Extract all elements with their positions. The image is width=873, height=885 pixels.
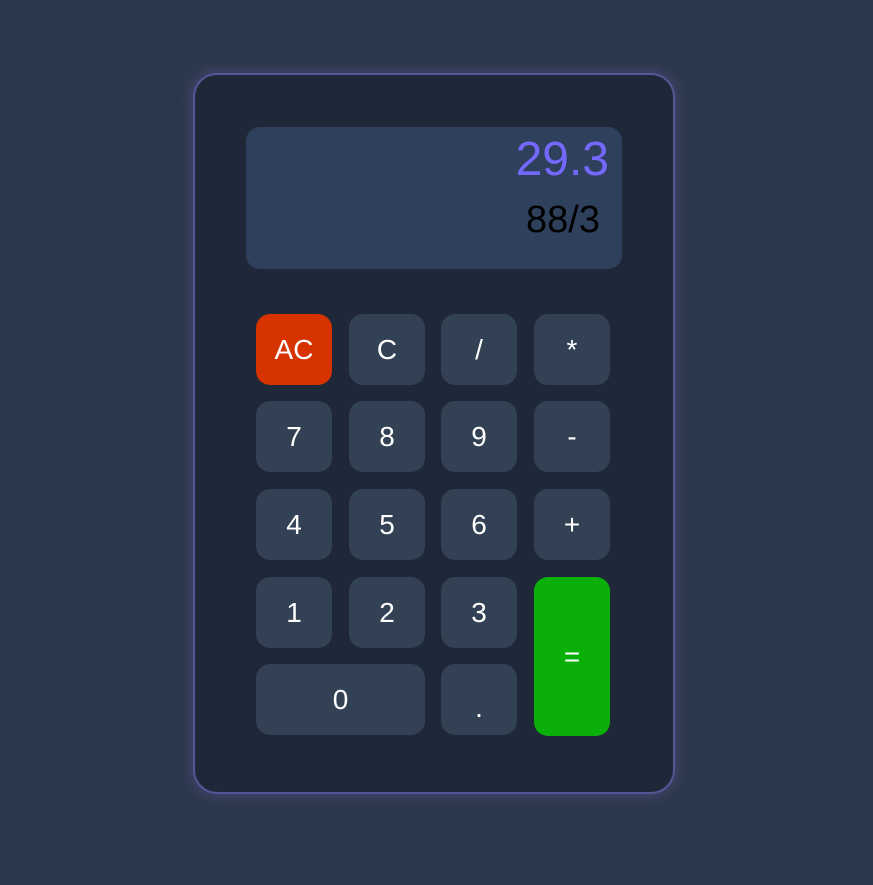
expression-text: 88/3 xyxy=(526,199,600,241)
digit-1-button[interactable]: 1 xyxy=(256,577,332,648)
calculator-panel: 29.3 88/3 AC C / * 7 8 9 - 4 5 6 + 1 2 3… xyxy=(195,75,673,792)
decimal-point-label: . xyxy=(475,691,483,723)
digit-2-button[interactable]: 2 xyxy=(349,577,425,648)
subtract-button[interactable]: - xyxy=(534,401,610,472)
clear-button[interactable]: C xyxy=(349,314,425,385)
all-clear-button[interactable]: AC xyxy=(256,314,332,385)
digit-0-button[interactable]: 0 xyxy=(256,664,425,735)
digit-4-button[interactable]: 4 xyxy=(256,489,332,560)
display-screen: 29.3 88/3 xyxy=(246,127,622,269)
divide-button[interactable]: / xyxy=(441,314,517,385)
digit-9-button[interactable]: 9 xyxy=(441,401,517,472)
digit-8-button[interactable]: 8 xyxy=(349,401,425,472)
add-button[interactable]: + xyxy=(534,489,610,560)
decimal-point-button[interactable]: . xyxy=(441,664,517,735)
digit-6-button[interactable]: 6 xyxy=(441,489,517,560)
result-text: 29.3 xyxy=(515,133,609,186)
multiply-button[interactable]: * xyxy=(534,314,610,385)
digit-5-button[interactable]: 5 xyxy=(349,489,425,560)
equals-button[interactable]: = xyxy=(534,577,610,736)
digit-7-button[interactable]: 7 xyxy=(256,401,332,472)
digit-3-button[interactable]: 3 xyxy=(441,577,517,648)
